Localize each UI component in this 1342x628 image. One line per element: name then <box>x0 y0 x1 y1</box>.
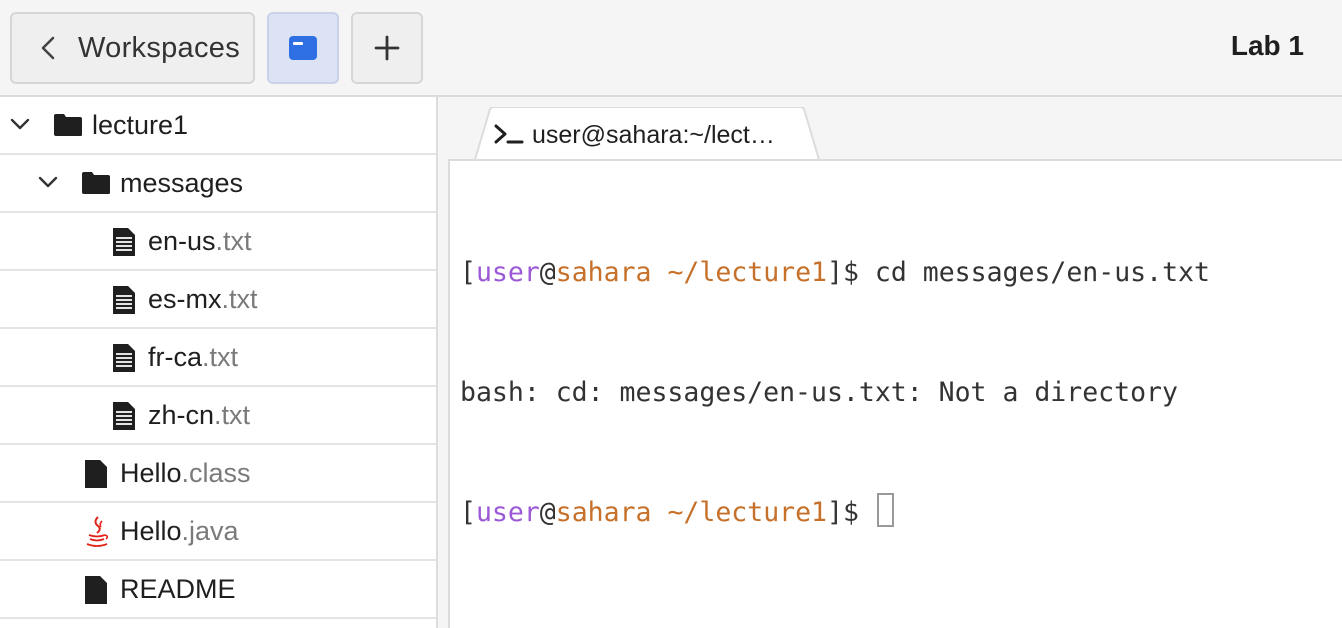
tree-file-hello-java[interactable]: Hello.java <box>0 503 436 561</box>
tree-label: messages <box>120 167 244 198</box>
terminal-tab[interactable]: user@sahara:~/lect… <box>474 107 820 163</box>
terminal-line-prompt: [user@sahara ~/lecture1]$ <box>460 493 1210 533</box>
file-tree: lecture1 messages en-us.txt es-mx.txt fr… <box>0 97 438 628</box>
chevron-down-icon[interactable] <box>10 117 30 131</box>
file-icon <box>85 460 107 488</box>
text-file-icon <box>113 344 135 372</box>
tree-file-es-mx[interactable]: es-mx.txt <box>0 271 436 329</box>
file-name: en-us <box>148 225 216 256</box>
terminal-cursor[interactable] <box>876 493 894 527</box>
tree-file-hello-class[interactable]: Hello.class <box>0 445 436 503</box>
plus-icon <box>374 35 400 61</box>
terminal-prompt-icon <box>494 124 524 144</box>
workspaces-label: Workspaces <box>78 31 241 64</box>
text-file-icon <box>113 402 135 430</box>
tree-file-readme[interactable]: README <box>0 561 436 619</box>
file-ext: .txt <box>202 341 239 372</box>
file-icon <box>85 576 107 604</box>
prompt-path: ~/lecture1 <box>667 497 828 528</box>
terminal-line-output: bash: cd: messages/en-us.txt: Not a dire… <box>460 377 1178 408</box>
folder-icon <box>82 172 110 194</box>
file-name: es-mx <box>148 283 222 314</box>
java-icon <box>86 516 109 547</box>
prompt-user: user <box>475 497 540 528</box>
file-name: zh-cn <box>148 399 215 430</box>
file-name: README <box>120 573 236 604</box>
tree-folder-messages[interactable]: messages <box>0 155 436 213</box>
file-name: Hello <box>120 515 182 546</box>
file-ext: .java <box>181 515 239 546</box>
terminal-tab-label: user@sahara:~/lect… <box>532 121 775 149</box>
file-ext: .class <box>181 457 251 488</box>
lab-title: Lab 1 <box>1230 30 1304 61</box>
tree-file-en-us[interactable]: en-us.txt <box>0 213 436 271</box>
prompt-host: sahara <box>555 497 652 528</box>
add-button[interactable] <box>351 12 423 84</box>
prompt-path: ~/lecture1 <box>667 257 828 288</box>
file-name: fr-ca <box>148 341 202 372</box>
folder-icon <box>54 114 82 136</box>
file-browser-toggle-button[interactable] <box>267 12 339 84</box>
chevron-down-icon[interactable] <box>38 175 58 189</box>
terminal-line-command: [user@sahara ~/lecture1]$ cd messages/en… <box>460 257 1210 288</box>
text-file-icon <box>113 228 135 256</box>
text-file-icon <box>113 286 135 314</box>
terminal-output[interactable]: [user@sahara ~/lecture1]$ cd messages/en… <box>448 159 1342 628</box>
file-ext: .txt <box>215 225 252 256</box>
tree-folder-lecture1[interactable]: lecture1 <box>0 97 436 155</box>
tree-file-zh-cn[interactable]: zh-cn.txt <box>0 387 436 445</box>
prompt-host: sahara <box>555 257 652 288</box>
command-text: cd messages/en-us.txt <box>874 257 1210 288</box>
file-ext: .txt <box>214 399 251 430</box>
workspaces-button[interactable]: Workspaces <box>10 12 255 84</box>
terminal-panel: user@sahara:~/lect… [user@sahara ~/lectu… <box>438 97 1342 628</box>
prompt-user: user <box>475 257 540 288</box>
tree-label: lecture1 <box>92 109 189 140</box>
top-toolbar: Workspaces Lab 1 <box>0 0 1342 97</box>
chevron-left-icon <box>41 36 55 60</box>
file-ext: .txt <box>221 283 258 314</box>
tree-file-fr-ca[interactable]: fr-ca.txt <box>0 329 436 387</box>
window-icon <box>289 36 317 60</box>
file-name: Hello <box>120 457 182 488</box>
